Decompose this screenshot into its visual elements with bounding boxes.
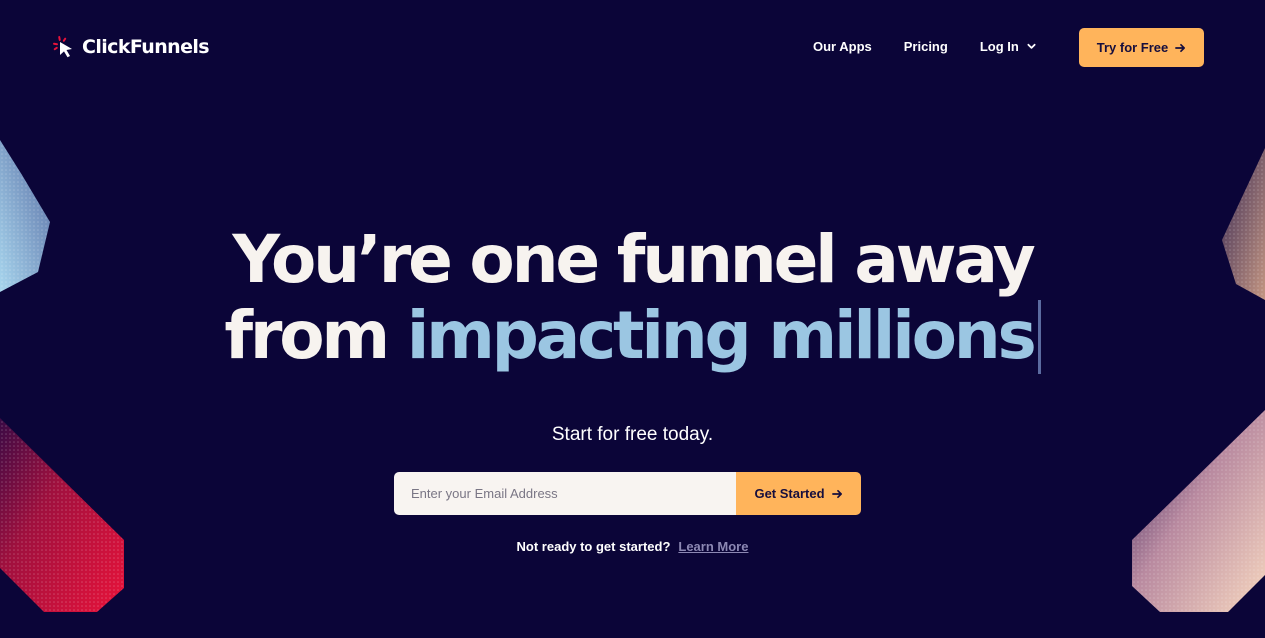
learn-more-prompt: Not ready to get started? Learn More — [0, 539, 1265, 554]
arrow-right-icon — [831, 489, 842, 498]
typing-cursor — [1037, 300, 1041, 374]
main-nav: Our Apps Pricing Log In — [813, 39, 1068, 54]
try-for-free-label: Try for Free — [1096, 40, 1169, 55]
red-shape-left — [0, 418, 124, 612]
hero-title-highlight: impacting millions — [406, 297, 1037, 374]
nav-pricing[interactable]: Pricing — [904, 39, 948, 54]
nav-our-apps[interactable]: Our Apps — [813, 39, 872, 54]
hero-subhead: Start for free today. — [551, 424, 714, 445]
nav-log-in[interactable]: Log In — [980, 39, 1036, 54]
hero-title-prefix: from — [224, 297, 390, 374]
get-started-label: Get Started — [754, 486, 825, 501]
chevron-down-icon — [1027, 43, 1036, 49]
hero-title-line1: You’re one funnel away — [232, 221, 1035, 298]
nav-log-in-label: Log In — [979, 39, 1019, 54]
brand-name: ClickFunnels — [82, 36, 210, 58]
hero-title-line2: from impacting millions — [0, 298, 1265, 374]
email-input[interactable] — [394, 472, 736, 515]
signup-form: Get Started — [394, 472, 861, 515]
not-ready-text: Not ready to get started? — [516, 539, 671, 554]
clickfunnels-logo[interactable]: ClickFunnels — [52, 35, 210, 59]
cursor-click-icon — [53, 36, 72, 58]
arrow-right-icon — [1175, 43, 1186, 52]
hero-title: You’re one funnel away from impacting mi… — [0, 222, 1265, 374]
page: ClickFunnels Our Apps Pricing Log In Try… — [0, 0, 1265, 638]
get-started-button[interactable]: Get Started — [736, 472, 861, 515]
learn-more-link[interactable]: Learn More — [678, 539, 748, 554]
try-for-free-button[interactable]: Try for Free — [1079, 28, 1204, 67]
